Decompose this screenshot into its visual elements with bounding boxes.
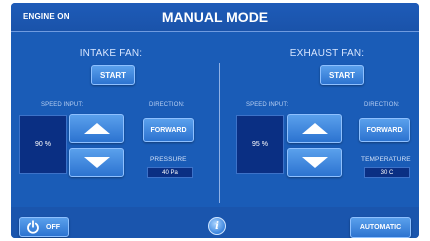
arrow-up-icon (83, 123, 110, 134)
intake-speed-up-button[interactable] (69, 114, 124, 143)
header-bar: ENGINE ON MANUAL MODE (11, 3, 419, 32)
intake-pressure-label: PRESSURE (150, 156, 187, 163)
exhaust-speed-label: SPEED INPUT: (246, 102, 289, 108)
exhaust-temperature-value: 30 C (364, 167, 410, 178)
exhaust-speed-up-button[interactable] (287, 114, 342, 143)
automatic-button[interactable]: AUTOMATIC (350, 217, 411, 238)
intake-direction-label: DIRECTION: (149, 102, 185, 108)
exhaust-start-button[interactable]: START (320, 65, 364, 85)
intake-speed-label: SPEED INPUT: (41, 102, 84, 108)
intake-fan-title: INTAKE FAN: (79, 48, 143, 59)
exhaust-direction-button[interactable]: FORWARD (359, 118, 410, 142)
panel-divider (219, 63, 220, 203)
exhaust-temperature-label: TEMPERATURE (361, 156, 411, 163)
exhaust-fan-title: EXHAUST FAN: (289, 48, 365, 59)
exhaust-speed-value: 95 % (236, 115, 284, 174)
arrow-down-icon (83, 157, 110, 168)
arrow-down-icon (301, 157, 328, 168)
intake-speed-value: 90 % (19, 115, 67, 174)
page-title: MANUAL MODE (161, 9, 269, 25)
hmi-screen: ENGINE ON MANUAL MODE INTAKE FAN: START … (11, 3, 419, 238)
intake-start-button[interactable]: START (91, 65, 135, 85)
intake-speed-down-button[interactable] (69, 148, 124, 177)
arrow-up-icon (301, 123, 328, 134)
intake-pressure-value: 40 Pa (147, 167, 193, 178)
exhaust-speed-down-button[interactable] (287, 148, 342, 177)
intake-fan-panel: INTAKE FAN: START SPEED INPUT: DIRECTION… (11, 31, 215, 206)
off-button[interactable]: OFF (19, 217, 69, 237)
footer-bar: OFF i AUTOMATIC (11, 207, 419, 238)
info-icon[interactable]: i (208, 217, 226, 235)
off-button-label: OFF (46, 223, 60, 231)
exhaust-direction-label: DIRECTION: (364, 102, 400, 108)
intake-direction-button[interactable]: FORWARD (143, 118, 194, 142)
exhaust-fan-panel: EXHAUST FAN: START SPEED INPUT: DIRECTIO… (221, 31, 419, 206)
power-icon (27, 220, 39, 234)
